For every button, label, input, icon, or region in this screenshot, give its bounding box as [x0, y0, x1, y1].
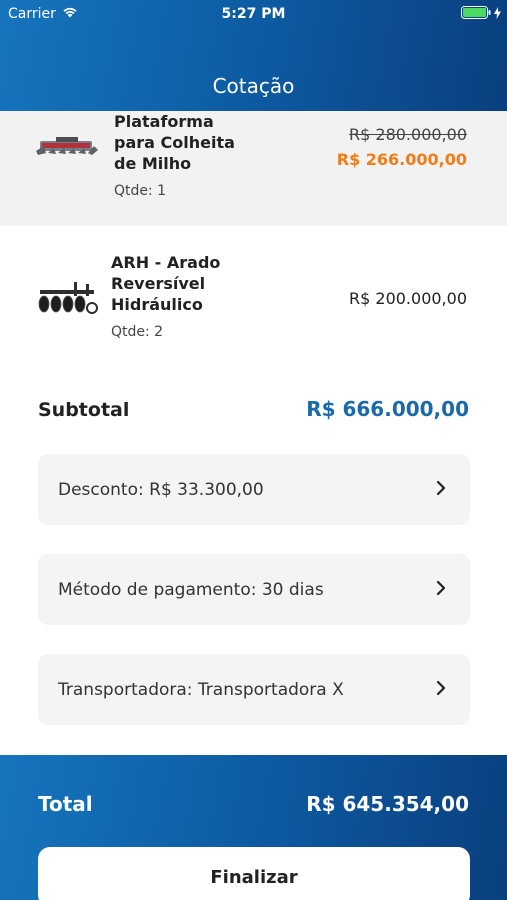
finish-button[interactable]: Finalizar: [38, 847, 470, 900]
disc-plow-image: [34, 278, 98, 322]
corn-header-platform-image: [36, 133, 98, 165]
total-label: Total: [38, 792, 93, 816]
item-quantity: Qtde: 1: [114, 183, 167, 199]
chevron-right-icon: [434, 580, 448, 600]
subtotal-value: R$ 666.000,00: [306, 397, 469, 421]
shipping-carrier-label: Transportadora: Transportadora X: [58, 679, 344, 700]
charging-icon: [494, 6, 501, 23]
total-footer: Total R$ 645.354,00 Finalizar: [0, 755, 507, 900]
battery-indicator: [461, 6, 501, 23]
item-name: ARH - Arado Reversível Hidráulico: [111, 253, 221, 314]
item-discounted-price: R$ 266.000,00: [336, 150, 467, 169]
list-item[interactable]: Plataforma para Colheita de Milho Qtde: …: [0, 111, 507, 226]
item-quantity: Qtde: 2: [111, 324, 164, 340]
discount-option[interactable]: Desconto: R$ 33.300,00: [38, 454, 470, 525]
battery-icon: [461, 6, 491, 23]
discount-label: Desconto: R$ 33.300,00: [58, 479, 264, 500]
subtotal-label: Subtotal: [38, 399, 130, 421]
item-name: Plataforma para Colheita de Milho: [114, 112, 235, 173]
chevron-right-icon: [434, 680, 448, 700]
list-item[interactable]: ARH - Arado Reversível Hidráulico Qtde: …: [0, 226, 507, 366]
total-value: R$ 645.354,00: [306, 792, 469, 816]
item-original-price: R$ 280.000,00: [349, 125, 467, 144]
status-bar: Carrier 5:27 PM: [0, 0, 507, 28]
payment-method-option[interactable]: Método de pagamento: 30 dias: [38, 554, 470, 625]
item-price: R$ 200.000,00: [349, 289, 467, 308]
clock: 5:27 PM: [221, 6, 286, 22]
shipping-carrier-option[interactable]: Transportadora: Transportadora X: [38, 654, 470, 725]
header: Carrier 5:27 PM Cotação: [0, 0, 507, 111]
payment-method-label: Método de pagamento: 30 dias: [58, 579, 324, 600]
page-title: Cotação: [212, 74, 295, 98]
chevron-right-icon: [434, 480, 448, 500]
